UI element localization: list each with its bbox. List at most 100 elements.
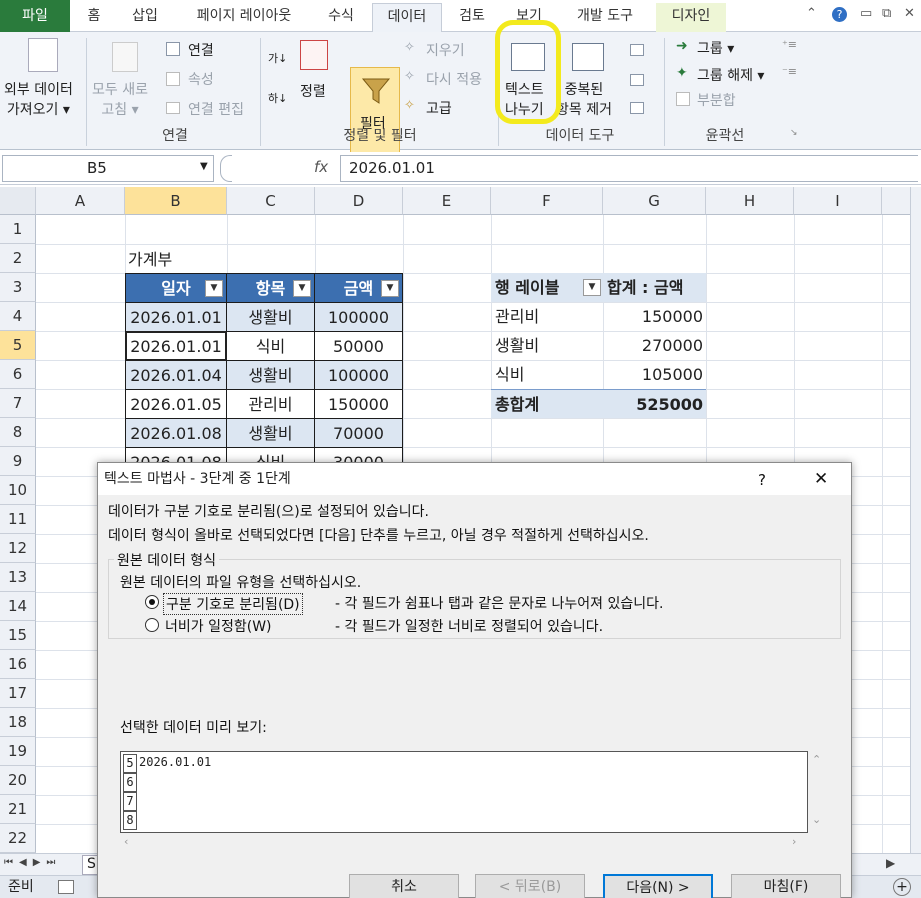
column-header[interactable]: G <box>603 187 706 215</box>
name-box-dropdown-icon[interactable]: ▼ <box>200 161 208 172</box>
table-cell[interactable]: 관리비 <box>226 389 315 419</box>
tab-review[interactable]: 검토 <box>450 3 494 32</box>
tab-home[interactable]: 홈 <box>78 3 110 32</box>
row-header[interactable]: 4 <box>0 302 36 331</box>
column-header[interactable]: A <box>36 187 125 215</box>
dialog-launcher-icon[interactable]: ↘ <box>790 128 798 138</box>
filter-dropdown-icon[interactable]: ▼ <box>381 280 399 297</box>
table-header-date[interactable]: 일자 ▼ <box>125 273 227 303</box>
delimited-radio[interactable] <box>145 595 159 609</box>
pivot-row-value[interactable]: 270000 <box>603 331 703 360</box>
help-icon[interactable]: ? <box>832 7 847 22</box>
row-header[interactable]: 18 <box>0 708 36 737</box>
insert-function-icon[interactable]: fx <box>314 158 328 176</box>
ungroup-button[interactable]: 그룹 해제 ▾ <box>697 65 764 85</box>
row-header[interactable]: 13 <box>0 563 36 592</box>
table-cell[interactable]: 생활비 <box>226 302 315 332</box>
pivot-sum-header[interactable]: 합계 : 금액 <box>603 273 706 302</box>
row-header[interactable]: 8 <box>0 418 36 447</box>
column-header[interactable]: D <box>315 187 403 215</box>
tab-formulas[interactable]: 수식 <box>318 3 364 32</box>
row-header[interactable]: 15 <box>0 621 36 650</box>
fixed-width-radio[interactable] <box>145 618 159 632</box>
close-icon[interactable]: ✕ <box>814 469 828 489</box>
name-box[interactable]: B5 <box>2 155 214 182</box>
row-header[interactable]: 16 <box>0 650 36 679</box>
finish-button[interactable]: 마침(F) <box>731 874 841 898</box>
column-header[interactable]: F <box>491 187 603 215</box>
table-cell[interactable]: 100000 <box>314 302 403 332</box>
table-cell[interactable]: 2026.01.08 <box>125 418 227 448</box>
pivot-row-value[interactable]: 105000 <box>603 360 703 389</box>
sheet-nav-arrows-icon[interactable]: ⏮◀▶⏭ <box>4 857 61 868</box>
window-minimize-icon[interactable]: ▭ <box>860 6 872 21</box>
tab-design[interactable]: 디자인 <box>656 3 726 32</box>
preview-scroll-left-icon[interactable]: ‹ <box>124 835 128 848</box>
preview-scroll-up-icon[interactable]: ⌃ <box>812 753 821 766</box>
consolidate-icon[interactable] <box>630 74 644 86</box>
row-header[interactable]: 12 <box>0 534 36 563</box>
pivot-row-label[interactable]: 관리비 <box>491 302 603 331</box>
hide-detail-icon[interactable]: ⁻≡ <box>782 65 797 78</box>
external-data-button[interactable]: 외부 데이터 가져오기 ▾ <box>4 80 73 120</box>
row-header[interactable]: 11 <box>0 505 36 534</box>
row-header[interactable]: 19 <box>0 737 36 766</box>
row-header[interactable]: 5 <box>0 331 36 360</box>
tab-insert[interactable]: 삽입 <box>120 3 170 32</box>
table-cell[interactable]: 생활비 <box>226 360 315 390</box>
table-cell[interactable]: 2026.01.05 <box>125 389 227 419</box>
column-header[interactable]: E <box>403 187 491 215</box>
row-header[interactable]: 14 <box>0 592 36 621</box>
table-cell[interactable]: 2026.01.01 <box>125 302 227 332</box>
fixed-width-label[interactable]: 너비가 일정함(W) <box>165 616 272 636</box>
pivot-grand-total-value[interactable]: 525000 <box>603 389 706 418</box>
tab-page-layout[interactable]: 페이지 레이아웃 <box>180 3 308 32</box>
table-cell[interactable]: 100000 <box>314 360 403 390</box>
column-header[interactable]: H <box>706 187 794 215</box>
row-header[interactable]: 17 <box>0 679 36 708</box>
formula-bar-handle[interactable] <box>220 155 232 182</box>
advanced-button[interactable]: 고급 <box>426 98 452 118</box>
row-header[interactable]: 6 <box>0 360 36 389</box>
help-icon[interactable]: ? <box>758 471 766 489</box>
sort-descending-button[interactable]: 하↓ <box>268 90 287 106</box>
column-header[interactable]: B <box>125 187 227 215</box>
window-close-icon[interactable]: ✕ <box>904 6 915 21</box>
window-restore-icon[interactable]: ⧉ <box>882 6 891 21</box>
sort-button[interactable]: 정렬 <box>300 81 326 101</box>
zoom-in-icon[interactable]: + <box>893 878 911 896</box>
delimited-label[interactable]: 구분 기호로 분리됨(D) <box>163 593 303 615</box>
connections-button[interactable]: 연결 <box>188 40 214 60</box>
row-header[interactable]: 1 <box>0 215 36 244</box>
remove-duplicates-button[interactable]: 중복된 항목 제거 <box>556 80 612 120</box>
pivot-row-label-header[interactable]: 행 레이블 ▼ <box>491 273 603 302</box>
preview-scroll-down-icon[interactable]: ⌄ <box>812 813 821 826</box>
pivot-row-label[interactable]: 생활비 <box>491 331 603 360</box>
group-button[interactable]: 그룹 ▾ <box>697 38 734 58</box>
cancel-button[interactable]: 취소 <box>349 874 459 898</box>
column-header[interactable]: C <box>227 187 315 215</box>
sort-ascending-button[interactable]: 가↓ <box>268 50 287 66</box>
row-header[interactable]: 21 <box>0 795 36 824</box>
row-header[interactable]: 2 <box>0 244 36 273</box>
filter-dropdown-icon[interactable]: ▼ <box>293 280 311 297</box>
table-cell[interactable]: 50000 <box>314 331 403 361</box>
table-header-amount[interactable]: 금액 ▼ <box>314 273 403 303</box>
formula-input[interactable]: 2026.01.01 <box>340 155 918 182</box>
row-header[interactable]: 9 <box>0 447 36 476</box>
tab-data[interactable]: 데이터 <box>372 3 442 33</box>
show-detail-icon[interactable]: ⁺≡ <box>782 38 797 51</box>
select-all-corner[interactable] <box>0 187 36 215</box>
what-if-analysis-icon[interactable] <box>630 102 644 114</box>
preview-scroll-right-icon[interactable]: › <box>792 835 796 848</box>
pivot-grand-total-label[interactable]: 총합계 <box>491 389 603 418</box>
minimize-ribbon-icon[interactable]: ⌃ <box>806 6 817 21</box>
macro-record-icon[interactable] <box>58 880 74 894</box>
pivot-row-value[interactable]: 150000 <box>603 302 703 331</box>
hscroll-right-icon[interactable]: ▶ <box>886 856 895 870</box>
next-button[interactable]: 다음(N) > <box>603 874 713 898</box>
vertical-scrollbar[interactable] <box>910 187 921 853</box>
table-cell[interactable]: 150000 <box>314 389 403 419</box>
table-header-item[interactable]: 항목 ▼ <box>226 273 315 303</box>
data-preview-box[interactable]: 5 6 7 8 2026.01.01 <box>120 751 808 833</box>
